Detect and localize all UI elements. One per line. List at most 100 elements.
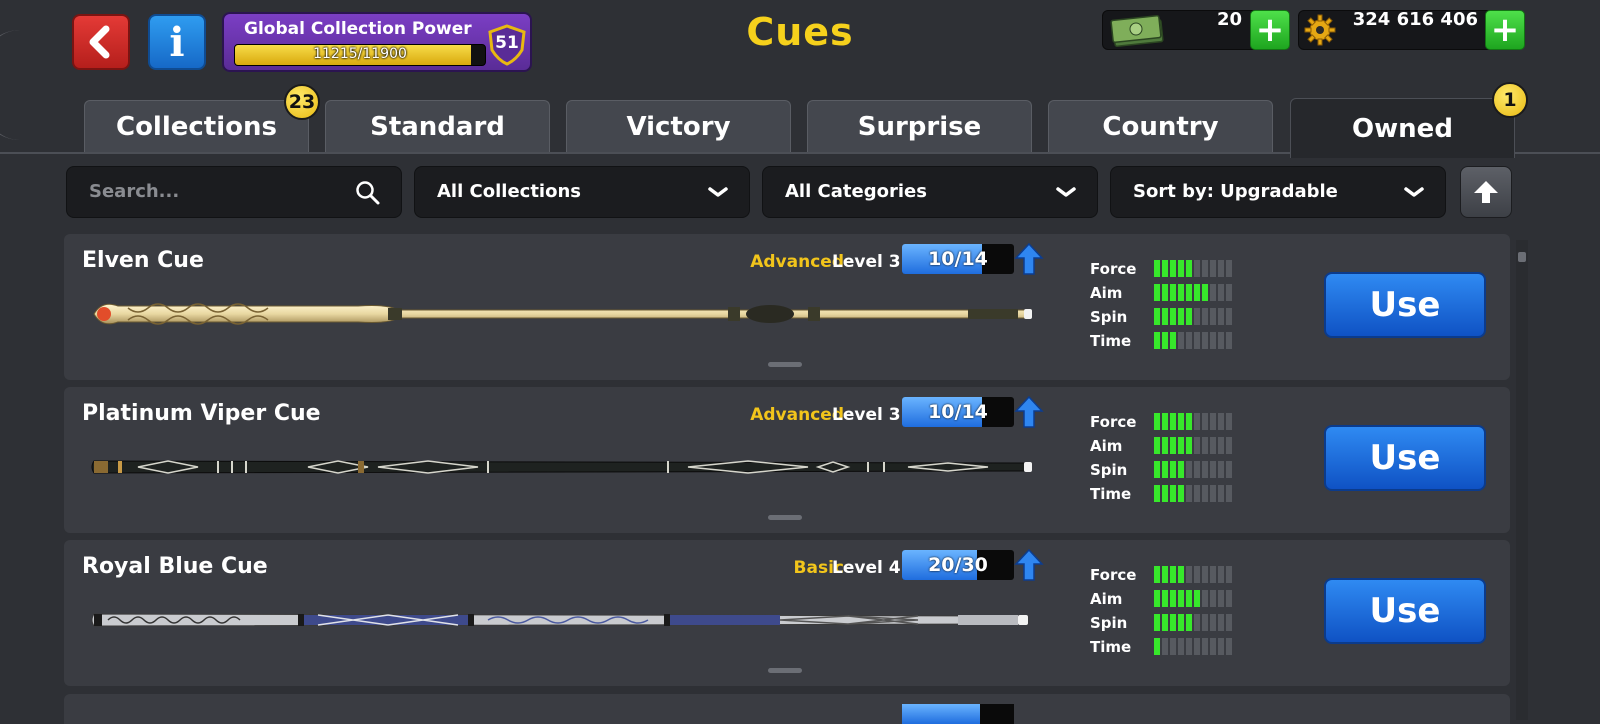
stat-segment [1210,284,1216,301]
coin-gear-icon [1304,14,1336,46]
stat-segment [1170,461,1176,478]
categories-dropdown[interactable]: All Categories [762,166,1098,218]
stat-segment [1178,566,1184,583]
stat-segment [1210,332,1216,349]
stat-segment [1202,638,1208,655]
stat-segment [1194,413,1200,430]
expand-handle[interactable] [768,668,802,673]
stat-segment [1186,614,1192,631]
stat-segment [1226,332,1232,349]
tab-country[interactable]: Country [1048,100,1273,152]
stat-segment [1186,284,1192,301]
time-stat-bar [1154,332,1232,349]
stat-segment [1210,260,1216,277]
use-button[interactable]: Use [1324,578,1486,644]
stat-segment [1202,308,1208,325]
collections-dropdown[interactable]: All Collections [414,166,750,218]
cue-tier: Advanced [750,252,844,272]
chevron-down-icon [1056,187,1076,197]
stat-segment [1170,308,1176,325]
scrollbar-track[interactable] [1516,240,1528,720]
stat-segment [1202,413,1208,430]
stat-segment [1178,437,1184,454]
stat-segment [1170,413,1176,430]
stat-segment [1186,485,1192,502]
stat-segment [1218,260,1224,277]
use-button[interactable]: Use [1324,272,1486,338]
upgrade-progress-value: 10/14 [928,248,988,270]
stat-segment [1170,284,1176,301]
sort-direction-button[interactable] [1460,166,1512,218]
add-coins-button[interactable]: + [1485,10,1525,50]
search-input[interactable]: Search... [89,181,179,202]
stat-segment [1186,590,1192,607]
tab-standard[interactable]: Standard [325,100,550,152]
cue-level: Level 3 [832,405,901,425]
elven-cue-image [93,303,1032,325]
stat-segment [1194,260,1200,277]
stat-label-aim: Aim [1090,590,1123,608]
stat-segment [1154,284,1160,301]
stat-segment [1194,284,1200,301]
stat-segment [1186,332,1192,349]
cue-card-elven[interactable]: Elven Cue Advanced Level 3 10/14 Force A… [64,234,1510,380]
tab-label: Country [1102,111,1219,142]
global-collection-power-panel[interactable]: Global Collection Power 11215/11900 51 [222,12,532,72]
upgrade-arrow-icon[interactable] [1014,242,1044,276]
stat-segment [1210,614,1216,631]
force-stat-bar [1154,566,1232,583]
cue-name: Platinum Viper Cue [82,401,321,426]
upgrade-arrow-icon[interactable] [1014,395,1044,429]
tab-surprise[interactable]: Surprise [807,100,1032,152]
stat-segment [1170,590,1176,607]
stat-segment [1170,614,1176,631]
stat-label-force: Force [1090,566,1137,584]
stat-segment [1202,332,1208,349]
upgrade-progress-fill [902,704,981,724]
force-stat-bar [1154,260,1232,277]
stat-segment [1162,614,1168,631]
stat-segment [1154,461,1160,478]
aim-stat-bar [1154,590,1232,607]
stat-segment [1202,461,1208,478]
stat-segment [1194,590,1200,607]
tab-collections[interactable]: Collections [84,100,309,152]
back-button[interactable] [72,14,130,70]
expand-handle[interactable] [768,362,802,367]
tab-owned[interactable]: Owned [1290,98,1515,158]
plus-icon: + [1255,10,1285,50]
stat-label-spin: Spin [1090,461,1128,479]
stat-segment [1210,485,1216,502]
upgrade-arrow-icon[interactable] [1014,548,1044,582]
tab-victory[interactable]: Victory [566,100,791,152]
owned-badge: 1 [1492,82,1528,118]
stat-segment [1194,461,1200,478]
stat-segment [1154,260,1160,277]
stat-segment [1154,638,1160,655]
stat-segment [1218,566,1224,583]
stat-segment [1218,308,1224,325]
cue-card-platinum-viper[interactable]: Platinum Viper Cue Advanced Level 3 10/1… [64,387,1510,533]
add-cash-button[interactable]: + [1250,10,1290,50]
info-button[interactable]: i [148,14,206,70]
stat-segment [1226,437,1232,454]
stat-segment [1210,638,1216,655]
stat-segment [1210,437,1216,454]
stat-segment [1154,332,1160,349]
cash-icon [1110,14,1164,48]
stat-segment [1154,437,1160,454]
stat-segment [1162,413,1168,430]
stat-segment [1162,566,1168,583]
stat-segment [1170,566,1176,583]
search-icon[interactable] [355,180,381,206]
stat-segment [1170,332,1176,349]
use-button[interactable]: Use [1324,425,1486,491]
sort-dropdown[interactable]: Sort by: Upgradable [1110,166,1446,218]
cue-tier: Basic [793,558,844,578]
search-field[interactable]: Search... [66,166,402,218]
scrollbar-thumb[interactable] [1518,252,1526,262]
cue-card-royal-blue[interactable]: Royal Blue Cue Basic Level 4 20/30 Force… [64,540,1510,686]
stat-segment [1226,614,1232,631]
expand-handle[interactable] [768,515,802,520]
stat-segment [1170,437,1176,454]
